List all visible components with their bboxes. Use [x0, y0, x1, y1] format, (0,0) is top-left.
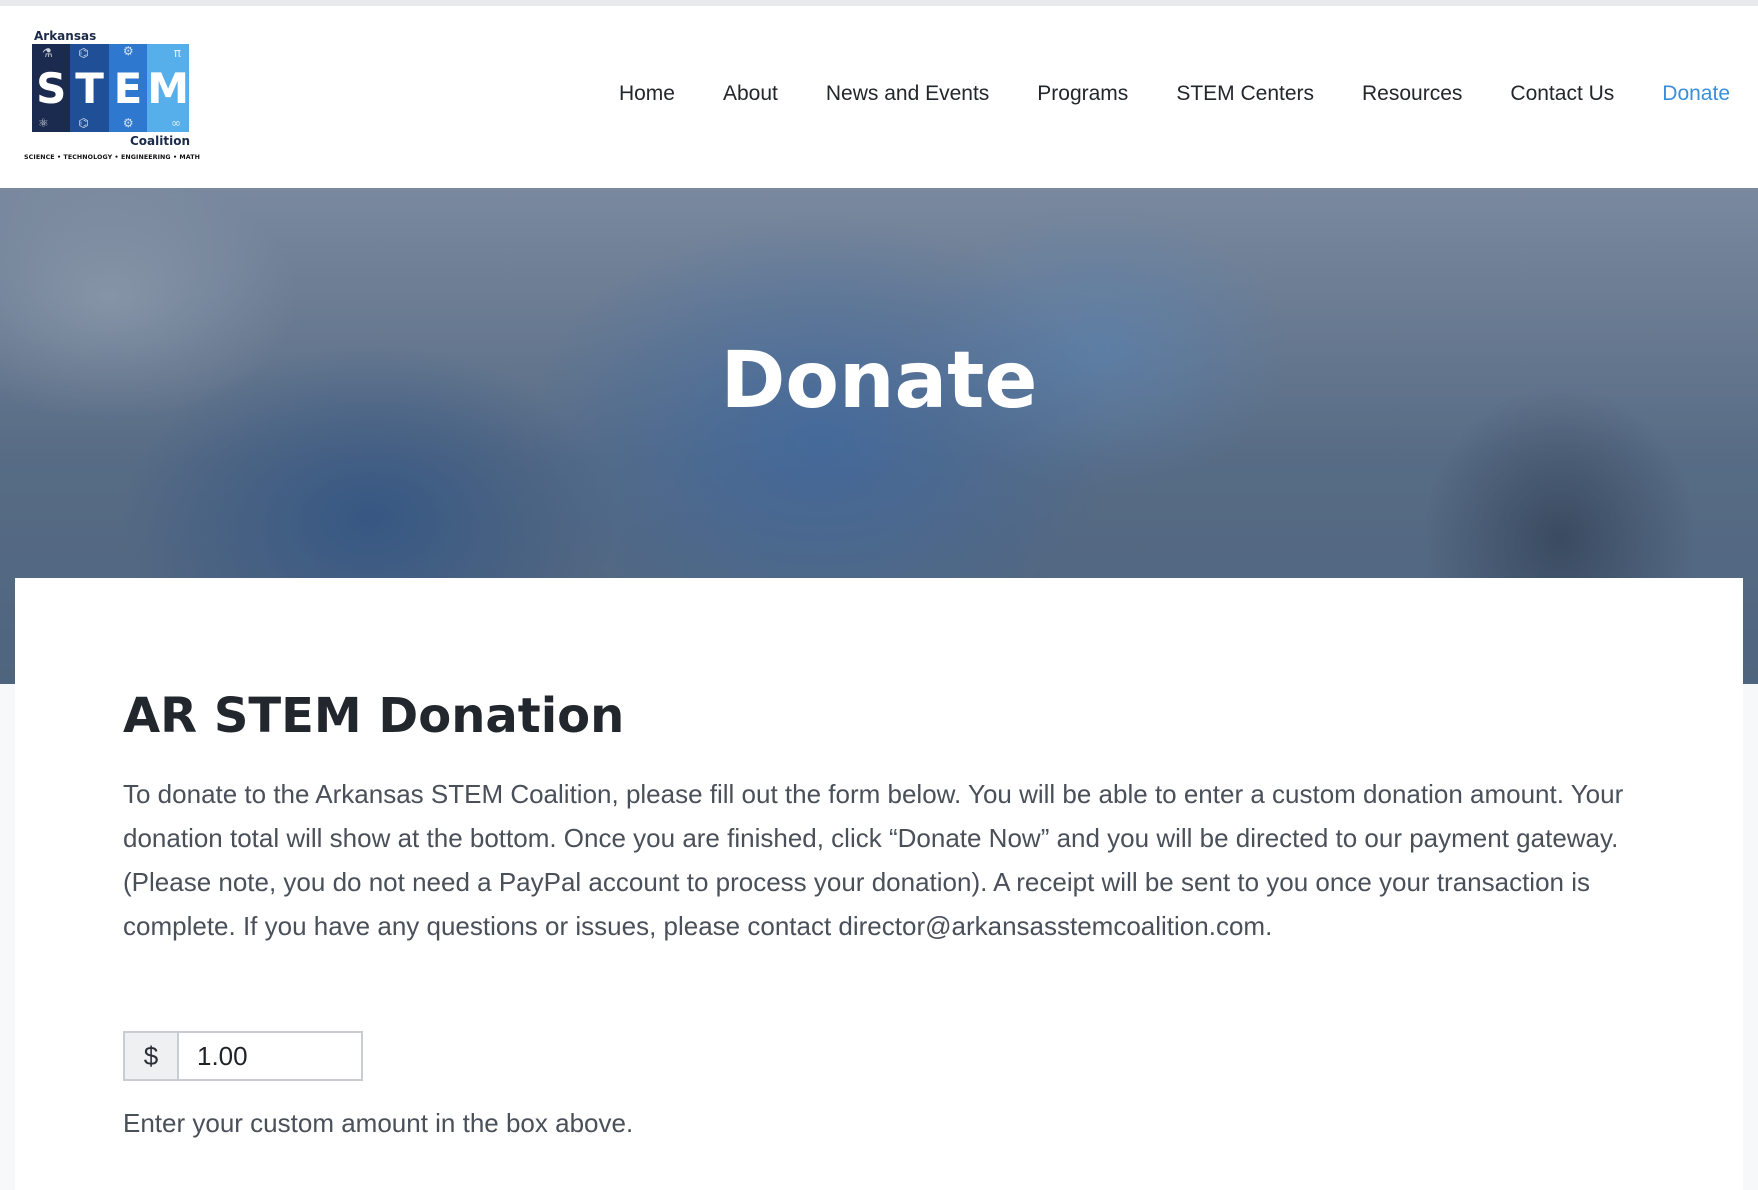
arkansas-stem-logo[interactable]: Arkansas ⚗ S ⚛ ⌬ T ⌬ ⚙ E ⚙ π M ∞ Coaliti…	[24, 28, 200, 170]
infinity-icon: ∞	[171, 116, 182, 130]
gear-icon: ⚙	[122, 116, 134, 130]
logo-letter: T	[75, 63, 104, 113]
donation-amount-input[interactable]	[179, 1033, 361, 1079]
currency-symbol: $	[125, 1033, 179, 1079]
logo-top-text: Arkansas	[34, 29, 97, 43]
logo-bottom-text: Coalition	[129, 134, 190, 148]
atom-icon: ⚛	[38, 116, 49, 130]
flask-icon: ⚗	[42, 46, 53, 60]
main-nav: Home About News and Events Programs STEM…	[571, 82, 1730, 106]
nav-resources[interactable]: Resources	[1362, 82, 1462, 106]
nav-donate[interactable]: Donate	[1662, 82, 1730, 106]
circuit-icon: ⌬	[78, 46, 89, 60]
nav-contact-us[interactable]: Contact Us	[1510, 82, 1614, 106]
logo-tile-e: ⚙ E ⚙	[108, 44, 148, 132]
logo-tiles: ⚗ S ⚛ ⌬ T ⌬ ⚙ E ⚙ π M ∞	[32, 44, 190, 132]
gear-icon: ⚙	[122, 44, 134, 58]
site-header: Arkansas ⚗ S ⚛ ⌬ T ⌬ ⚙ E ⚙ π M ∞ Coaliti…	[0, 6, 1758, 189]
nav-about[interactable]: About	[723, 82, 778, 106]
amount-field-group: $	[123, 1031, 363, 1081]
logo-letter: E	[113, 63, 143, 113]
nav-stem-centers[interactable]: STEM Centers	[1176, 82, 1314, 106]
logo-tile-s: ⚗ S ⚛	[32, 44, 71, 132]
donation-heading: AR STEM Donation	[123, 688, 625, 744]
logo-letter: S	[36, 63, 67, 113]
circuit-icon: ⌬	[78, 116, 89, 130]
logo-tile-t: ⌬ T ⌬	[70, 44, 109, 132]
donation-intro: To donate to the Arkansas STEM Coalition…	[123, 779, 1624, 941]
page-title: Donate	[720, 336, 1038, 426]
nav-home[interactable]: Home	[619, 82, 675, 106]
nav-news-and-events[interactable]: News and Events	[826, 82, 989, 106]
amount-help-text: Enter your custom amount in the box abov…	[123, 1108, 634, 1138]
logo-tile-m: π M ∞	[147, 44, 190, 132]
logo-tagline: SCIENCE • TECHNOLOGY • ENGINEERING • MAT…	[24, 154, 200, 161]
pi-icon: π	[173, 46, 182, 60]
content-card: AR STEM Donation To donate to the Arkans…	[15, 578, 1743, 1190]
nav-programs[interactable]: Programs	[1037, 82, 1128, 106]
logo-letter: M	[147, 63, 190, 113]
